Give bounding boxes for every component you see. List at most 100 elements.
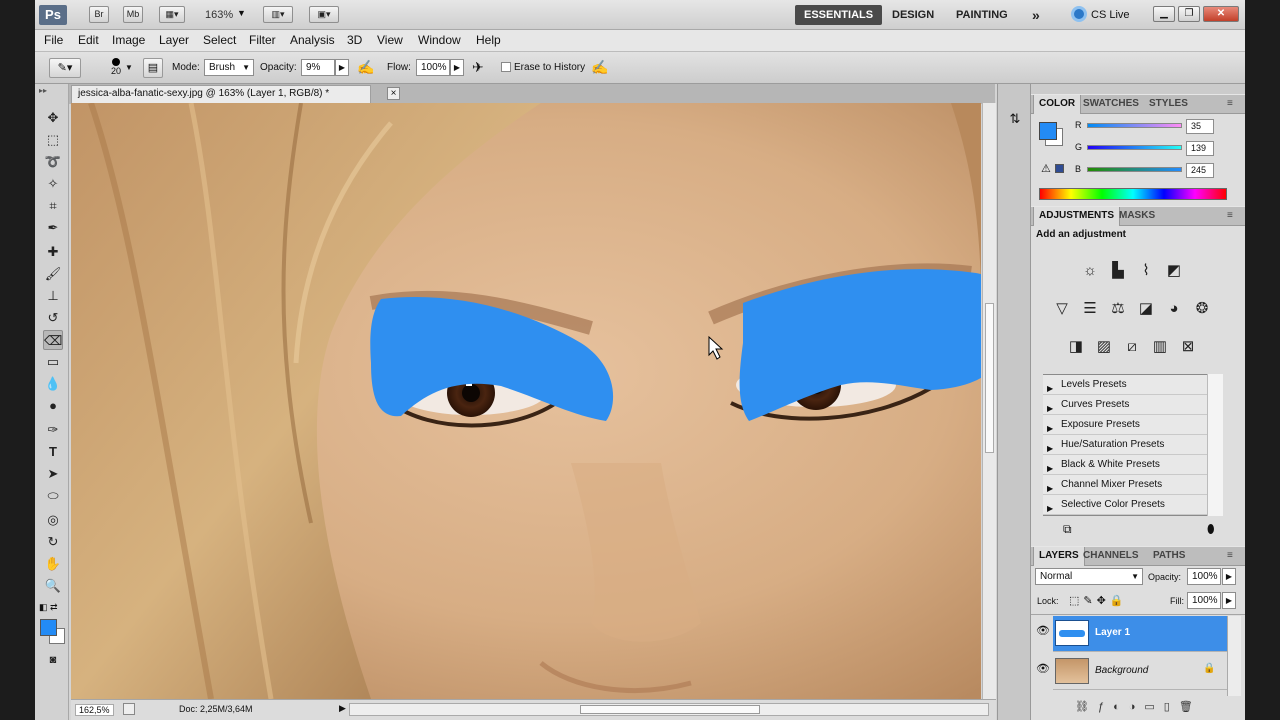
clone-stamp-tool-icon[interactable]: ⊥ xyxy=(43,286,63,306)
quick-selection-tool-icon[interactable]: ✧ xyxy=(43,174,63,194)
gradient-tool-icon[interactable]: ▭ xyxy=(43,352,63,372)
default-colors-icon[interactable]: ◧ ⇄ xyxy=(39,602,58,613)
layer-opacity-field[interactable]: 100% xyxy=(1187,568,1221,585)
document-tab[interactable]: jessica-alba-fanatic-sexy.jpg @ 163% (La… xyxy=(71,85,400,103)
vibrance-icon[interactable]: ▽ xyxy=(1051,298,1073,320)
3d-orbit-tool-icon[interactable]: ↻ xyxy=(43,532,63,552)
flow-slider-button[interactable]: ▶ xyxy=(450,59,464,76)
eyedropper-tool-icon[interactable]: ✒ xyxy=(43,218,63,238)
background-layer-name[interactable]: Background xyxy=(1095,665,1148,676)
airbrush-pressure-icon[interactable]: ✍ xyxy=(357,59,374,76)
menu-image[interactable]: Image xyxy=(112,33,145,47)
flow-field[interactable]: 100% xyxy=(416,59,450,76)
mode-select[interactable]: Brush ▼ xyxy=(204,59,254,76)
invert-icon[interactable]: ◨ xyxy=(1065,336,1087,358)
airbrush-icon[interactable]: ✈ xyxy=(472,59,484,76)
move-tool-icon[interactable]: ✥ xyxy=(43,108,63,128)
foreground-color-chip[interactable] xyxy=(1039,122,1057,140)
lock-options-icons[interactable]: ⬚✎✥🔒 xyxy=(1069,594,1128,607)
gamut-warning-icon[interactable]: ⚠ xyxy=(1041,162,1051,175)
preset-expand-arrows[interactable]: ▶ ▶ ▶ ▶ ▶ ▶ ▶ xyxy=(1047,379,1053,519)
color-balance-icon[interactable]: ⚖ xyxy=(1107,298,1129,320)
minimize-button[interactable]: ▁ xyxy=(1153,6,1175,22)
opacity-field[interactable]: 9% xyxy=(301,59,335,76)
auto-select-mask-icon[interactable]: ⬮ xyxy=(1207,522,1215,537)
history-panel-icon[interactable]: ⇅ xyxy=(1006,108,1024,130)
presets-scrollbar[interactable] xyxy=(1207,374,1223,516)
menu-window[interactable]: Window xyxy=(418,33,461,47)
layers-scrollbar[interactable] xyxy=(1227,616,1241,696)
eraser-tool-icon[interactable]: ⌫ xyxy=(43,330,63,350)
more-workspaces-button[interactable]: » xyxy=(1023,5,1049,25)
foreground-color-swatch[interactable] xyxy=(40,619,57,636)
horizontal-scrollbar[interactable] xyxy=(349,703,989,716)
status-menu-arrow[interactable]: ▶ xyxy=(339,703,346,714)
gamut-color-chip[interactable] xyxy=(1055,164,1064,173)
selective-color-icon[interactable]: ⊠ xyxy=(1177,336,1199,358)
tab-adjustments[interactable]: ADJUSTMENTS xyxy=(1033,207,1121,226)
quick-mask-icon[interactable]: ◙ xyxy=(43,650,63,670)
tab-paths[interactable]: PATHS xyxy=(1153,550,1185,561)
arrange-documents-button[interactable]: ▥▾ xyxy=(263,6,293,23)
close-window-button[interactable]: ✕ xyxy=(1203,6,1239,22)
cs-live-menu[interactable]: CS Live xyxy=(1091,9,1130,21)
mini-bridge-button[interactable]: Mb xyxy=(123,6,143,23)
menu-3d[interactable]: 3D xyxy=(347,33,362,47)
levels-icon[interactable]: ▙ xyxy=(1107,260,1129,282)
layer-1-visibility-eye-icon[interactable]: 👁 xyxy=(1035,624,1051,640)
preset-exposure[interactable]: Exposure Presets xyxy=(1043,415,1207,435)
tab-swatches[interactable]: SWATCHES xyxy=(1083,98,1139,109)
clip-to-layer-icon[interactable]: ⧉ xyxy=(1063,522,1072,537)
type-tool-icon[interactable]: T xyxy=(43,442,63,462)
preset-black-white[interactable]: Black & White Presets xyxy=(1043,455,1207,475)
menu-filter[interactable]: Filter xyxy=(249,33,276,47)
dodge-tool-icon[interactable]: ● xyxy=(43,396,63,416)
threshold-icon[interactable]: ⧄ xyxy=(1121,336,1143,358)
workspace-essentials[interactable]: ESSENTIALS xyxy=(795,5,883,25)
fill-slider-button[interactable]: ▶ xyxy=(1222,592,1236,609)
pen-tool-icon[interactable]: ✑ xyxy=(43,420,63,440)
layer-actions-icons[interactable]: ⛓ƒ◐◑▭▯🗑 xyxy=(1075,700,1202,713)
posterize-icon[interactable]: ▨ xyxy=(1093,336,1115,358)
hand-tool-icon[interactable]: ✋ xyxy=(43,554,63,574)
3d-rotate-tool-icon[interactable]: ◎ xyxy=(43,510,63,530)
tablet-pressure-icon[interactable]: ✍ xyxy=(591,59,608,76)
shape-tool-icon[interactable]: ⬭ xyxy=(43,486,63,506)
layer-row-background[interactable]: Background 🔒 xyxy=(1053,654,1227,690)
layer-opacity-slider-button[interactable]: ▶ xyxy=(1222,568,1236,585)
panel-menu-icon[interactable]: ≡ xyxy=(1227,98,1233,109)
green-value[interactable]: 139 xyxy=(1186,141,1214,156)
lasso-tool-icon[interactable]: ➰ xyxy=(43,152,63,172)
menu-analysis[interactable]: Analysis xyxy=(290,33,335,47)
menu-edit[interactable]: Edit xyxy=(78,33,99,47)
crop-tool-icon[interactable]: ⌗ xyxy=(43,196,63,216)
preset-channel-mixer[interactable]: Channel Mixer Presets xyxy=(1043,475,1207,495)
green-slider[interactable] xyxy=(1087,145,1182,150)
opacity-slider-button[interactable]: ▶ xyxy=(335,59,349,76)
zoom-level[interactable]: 163% xyxy=(205,9,233,21)
tab-layers[interactable]: LAYERS xyxy=(1033,547,1085,566)
brush-panel-toggle[interactable]: ▤ xyxy=(143,58,163,78)
menu-select[interactable]: Select xyxy=(203,33,236,47)
panel-menu-icon[interactable]: ≡ xyxy=(1227,550,1233,561)
layer-1-name[interactable]: Layer 1 xyxy=(1095,627,1130,638)
workspace-painting[interactable]: PAINTING xyxy=(947,5,1017,25)
color-spectrum-ramp[interactable] xyxy=(1039,188,1227,200)
background-visibility-eye-icon[interactable]: 👁 xyxy=(1035,662,1051,678)
marquee-tool-icon[interactable]: ⬚ xyxy=(43,130,63,150)
workspace-design[interactable]: DESIGN xyxy=(883,5,943,25)
tab-masks[interactable]: MASKS xyxy=(1119,210,1155,221)
brush-tool-icon[interactable]: 🖌 xyxy=(43,264,63,284)
brush-dropdown-icon[interactable]: ▼ xyxy=(125,63,133,72)
layer-row-layer-1[interactable]: Layer 1 xyxy=(1053,616,1227,652)
tool-preset-picker[interactable]: ✎▾ xyxy=(49,58,81,78)
brightness-contrast-icon[interactable]: ☼ xyxy=(1079,260,1101,282)
tab-color[interactable]: COLOR xyxy=(1033,95,1082,114)
preset-selective-color[interactable]: Selective Color Presets xyxy=(1043,495,1207,515)
photo-filter-icon[interactable]: ◕ xyxy=(1163,298,1185,320)
path-selection-tool-icon[interactable]: ➤ xyxy=(43,464,63,484)
blue-value[interactable]: 245 xyxy=(1186,163,1214,178)
healing-brush-tool-icon[interactable]: ✚ xyxy=(43,242,63,262)
hue-saturation-icon[interactable]: ☰ xyxy=(1079,298,1101,320)
curves-icon[interactable]: ⌇ xyxy=(1135,260,1157,282)
